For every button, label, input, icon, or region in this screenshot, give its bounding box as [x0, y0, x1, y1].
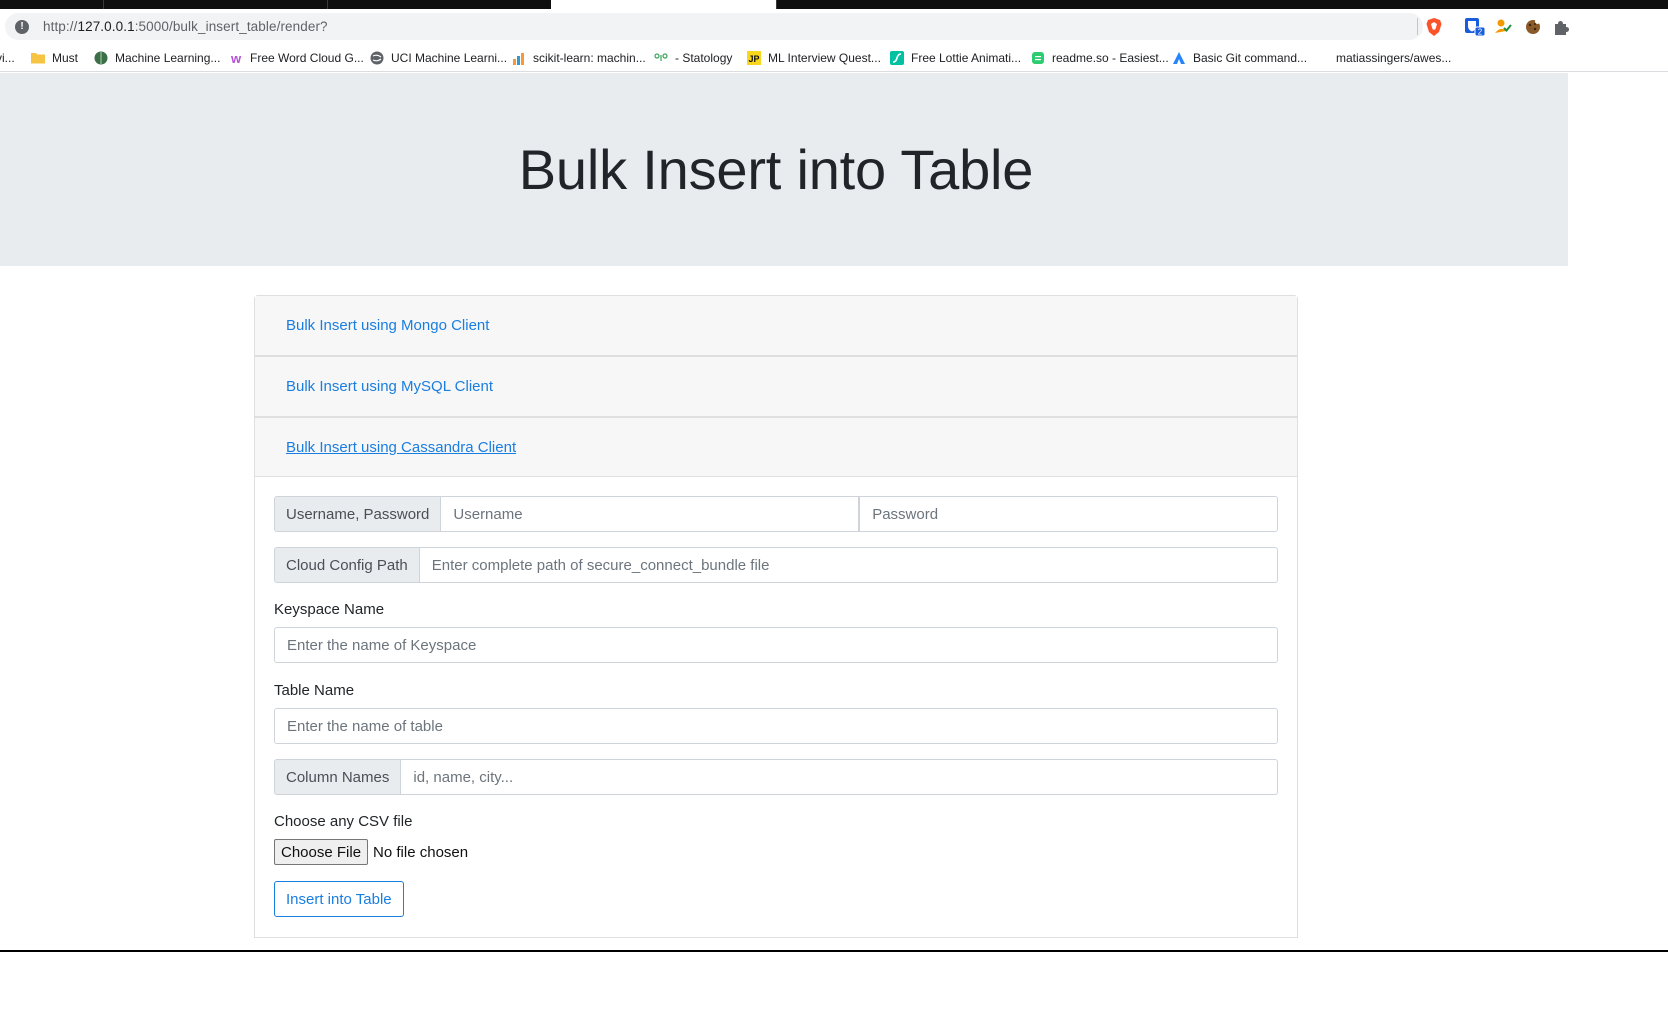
url-path: :5000/bulk_insert_table/render? — [134, 19, 328, 34]
bookmark-item[interactable]: vi... — [0, 48, 15, 68]
bookmark-item[interactable]: w Free Word Cloud G... — [229, 48, 364, 68]
bookmark-label: Basic Git command... — [1193, 51, 1308, 65]
extensions-puzzle-icon[interactable] — [1553, 17, 1569, 37]
bookmark-label: Machine Learning... — [115, 51, 221, 65]
column-names-label: Column Names — [274, 759, 402, 795]
browser-tab[interactable] — [776, 0, 1000, 9]
browser-tab-active[interactable] — [551, 0, 776, 9]
address-bar[interactable]: ! http://127.0.0.1:5000/bulk_insert_tabl… — [5, 13, 1423, 40]
tab-strip — [0, 0, 1668, 9]
lottie-icon — [890, 51, 904, 65]
address-url[interactable]: http://127.0.0.1:5000/bulk_insert_table/… — [43, 19, 328, 34]
accordion-header-cassandra[interactable]: Bulk Insert using Cassandra Client — [255, 418, 1297, 477]
extension-badge-count: 2 — [1478, 28, 1483, 37]
bitwarden-extension-icon[interactable]: 2 — [1464, 17, 1486, 37]
bookmark-label: matiassingers/awes... — [1336, 51, 1452, 65]
credentials-label: Username, Password — [274, 496, 442, 532]
bookmark-item[interactable]: Basic Git command... — [1172, 48, 1307, 68]
page-header: Bulk Insert into Table — [0, 73, 1568, 266]
bookmark-item[interactable]: scikit-learn: machin... — [512, 48, 646, 68]
brain-icon — [94, 51, 108, 65]
bottom-edge — [0, 950, 1668, 1013]
password-input[interactable] — [859, 496, 1279, 532]
omnibox-divider — [1417, 18, 1418, 35]
bookmark-item[interactable]: - Statology — [654, 48, 732, 68]
bookmark-folder-must[interactable]: Must — [31, 48, 78, 68]
bookmark-label: vi... — [0, 51, 15, 65]
svg-text:w: w — [230, 51, 242, 65]
browser-tab[interactable] — [327, 0, 551, 9]
bookmark-label: UCI Machine Learni... — [391, 51, 508, 65]
bottom-divider — [0, 950, 1668, 952]
browser-tab[interactable] — [103, 0, 327, 9]
bookmark-label: Free Lottie Animati... — [911, 51, 1022, 65]
cloud-config-input[interactable] — [419, 547, 1278, 583]
bookmark-item[interactable]: readme.so - Easiest... — [1031, 48, 1169, 68]
csv-file-label: Choose any CSV file — [274, 813, 413, 830]
url-host: 127.0.0.1 — [77, 19, 135, 34]
accordion-header-mongo[interactable]: Bulk Insert using Mongo Client — [255, 296, 1297, 355]
atlassian-icon — [1173, 52, 1185, 64]
bookmark-label: Free Word Cloud G... — [250, 51, 364, 65]
table-name-label: Table Name — [274, 682, 355, 699]
svg-text:JP: JP — [748, 54, 759, 64]
bookmark-label: - Statology — [675, 51, 733, 65]
jp-icon: JP — [747, 51, 761, 65]
bookmark-item[interactable]: JP ML Interview Quest... — [747, 48, 881, 68]
choose-file-button[interactable]: Choose File — [274, 839, 369, 865]
accordion-link-mongo[interactable]: Bulk Insert using Mongo Client — [286, 317, 489, 334]
accordion-link-cassandra[interactable]: Bulk Insert using Cassandra Client — [286, 439, 516, 456]
insert-into-table-button[interactable]: Insert into Table — [274, 881, 404, 917]
accordion-card-mongo: Bulk Insert using Mongo Client — [254, 295, 1298, 356]
cassandra-form: Username, Password Cloud Config Path Key… — [255, 477, 1297, 917]
browser-toolbar: ! http://127.0.0.1:5000/bulk_insert_tabl… — [0, 9, 1668, 44]
bookmark-item[interactable]: UCI Machine Learni... — [370, 48, 507, 68]
bookmark-label: scikit-learn: machin... — [533, 51, 646, 65]
bookmark-item[interactable]: Free Lottie Animati... — [890, 48, 1021, 68]
bookmark-label: Must — [52, 51, 79, 65]
bookmark-label: readme.so - Easiest... — [1052, 51, 1169, 65]
folder-icon — [31, 53, 45, 64]
statology-icon — [654, 53, 668, 61]
wordcloud-icon: w — [230, 51, 242, 65]
cookie-extension-icon[interactable] — [1524, 17, 1542, 37]
file-status-text: No file chosen — [373, 843, 469, 861]
bookmark-item[interactable]: matiassingers/awes... — [1336, 48, 1451, 68]
cloud-config-group: Cloud Config Path — [274, 547, 1278, 583]
column-names-group: Column Names — [274, 759, 1278, 795]
accordion-card-mysql: Bulk Insert using MySQL Client — [254, 356, 1298, 417]
cloud-config-label: Cloud Config Path — [274, 547, 420, 583]
site-info-icon[interactable]: ! — [15, 19, 29, 34]
accordion: Bulk Insert using Mongo Client Bulk Inse… — [254, 295, 1298, 938]
username-input[interactable] — [441, 496, 860, 532]
bar-chart-icon — [513, 53, 524, 65]
bookmark-label: ML Interview Quest... — [768, 51, 881, 65]
readme-icon — [1032, 52, 1044, 64]
credentials-group: Username, Password — [274, 496, 1279, 532]
file-input: Choose File No file chosen — [274, 839, 1278, 865]
brave-shield-icon[interactable] — [1424, 17, 1444, 37]
keyspace-label: Keyspace Name — [274, 601, 385, 618]
accordion-link-mysql[interactable]: Bulk Insert using MySQL Client — [286, 378, 493, 395]
url-scheme: http:// — [43, 19, 78, 34]
profile-check-icon[interactable] — [1494, 17, 1512, 37]
accordion-header-mysql[interactable]: Bulk Insert using MySQL Client — [255, 357, 1297, 416]
bookmarks-bar: vi... Must Machine Learning... w Free Wo… — [0, 44, 1668, 72]
globe-icon — [370, 51, 384, 65]
page-right-margin — [1568, 73, 1668, 950]
accordion-card-cassandra: Bulk Insert using Cassandra Client Usern… — [254, 417, 1298, 938]
column-names-input[interactable] — [401, 759, 1278, 795]
table-name-input[interactable] — [274, 708, 1278, 744]
page-title: Bulk Insert into Table — [518, 138, 1034, 201]
keyspace-input[interactable] — [274, 627, 1278, 663]
bookmark-item[interactable]: Machine Learning... — [94, 48, 220, 68]
